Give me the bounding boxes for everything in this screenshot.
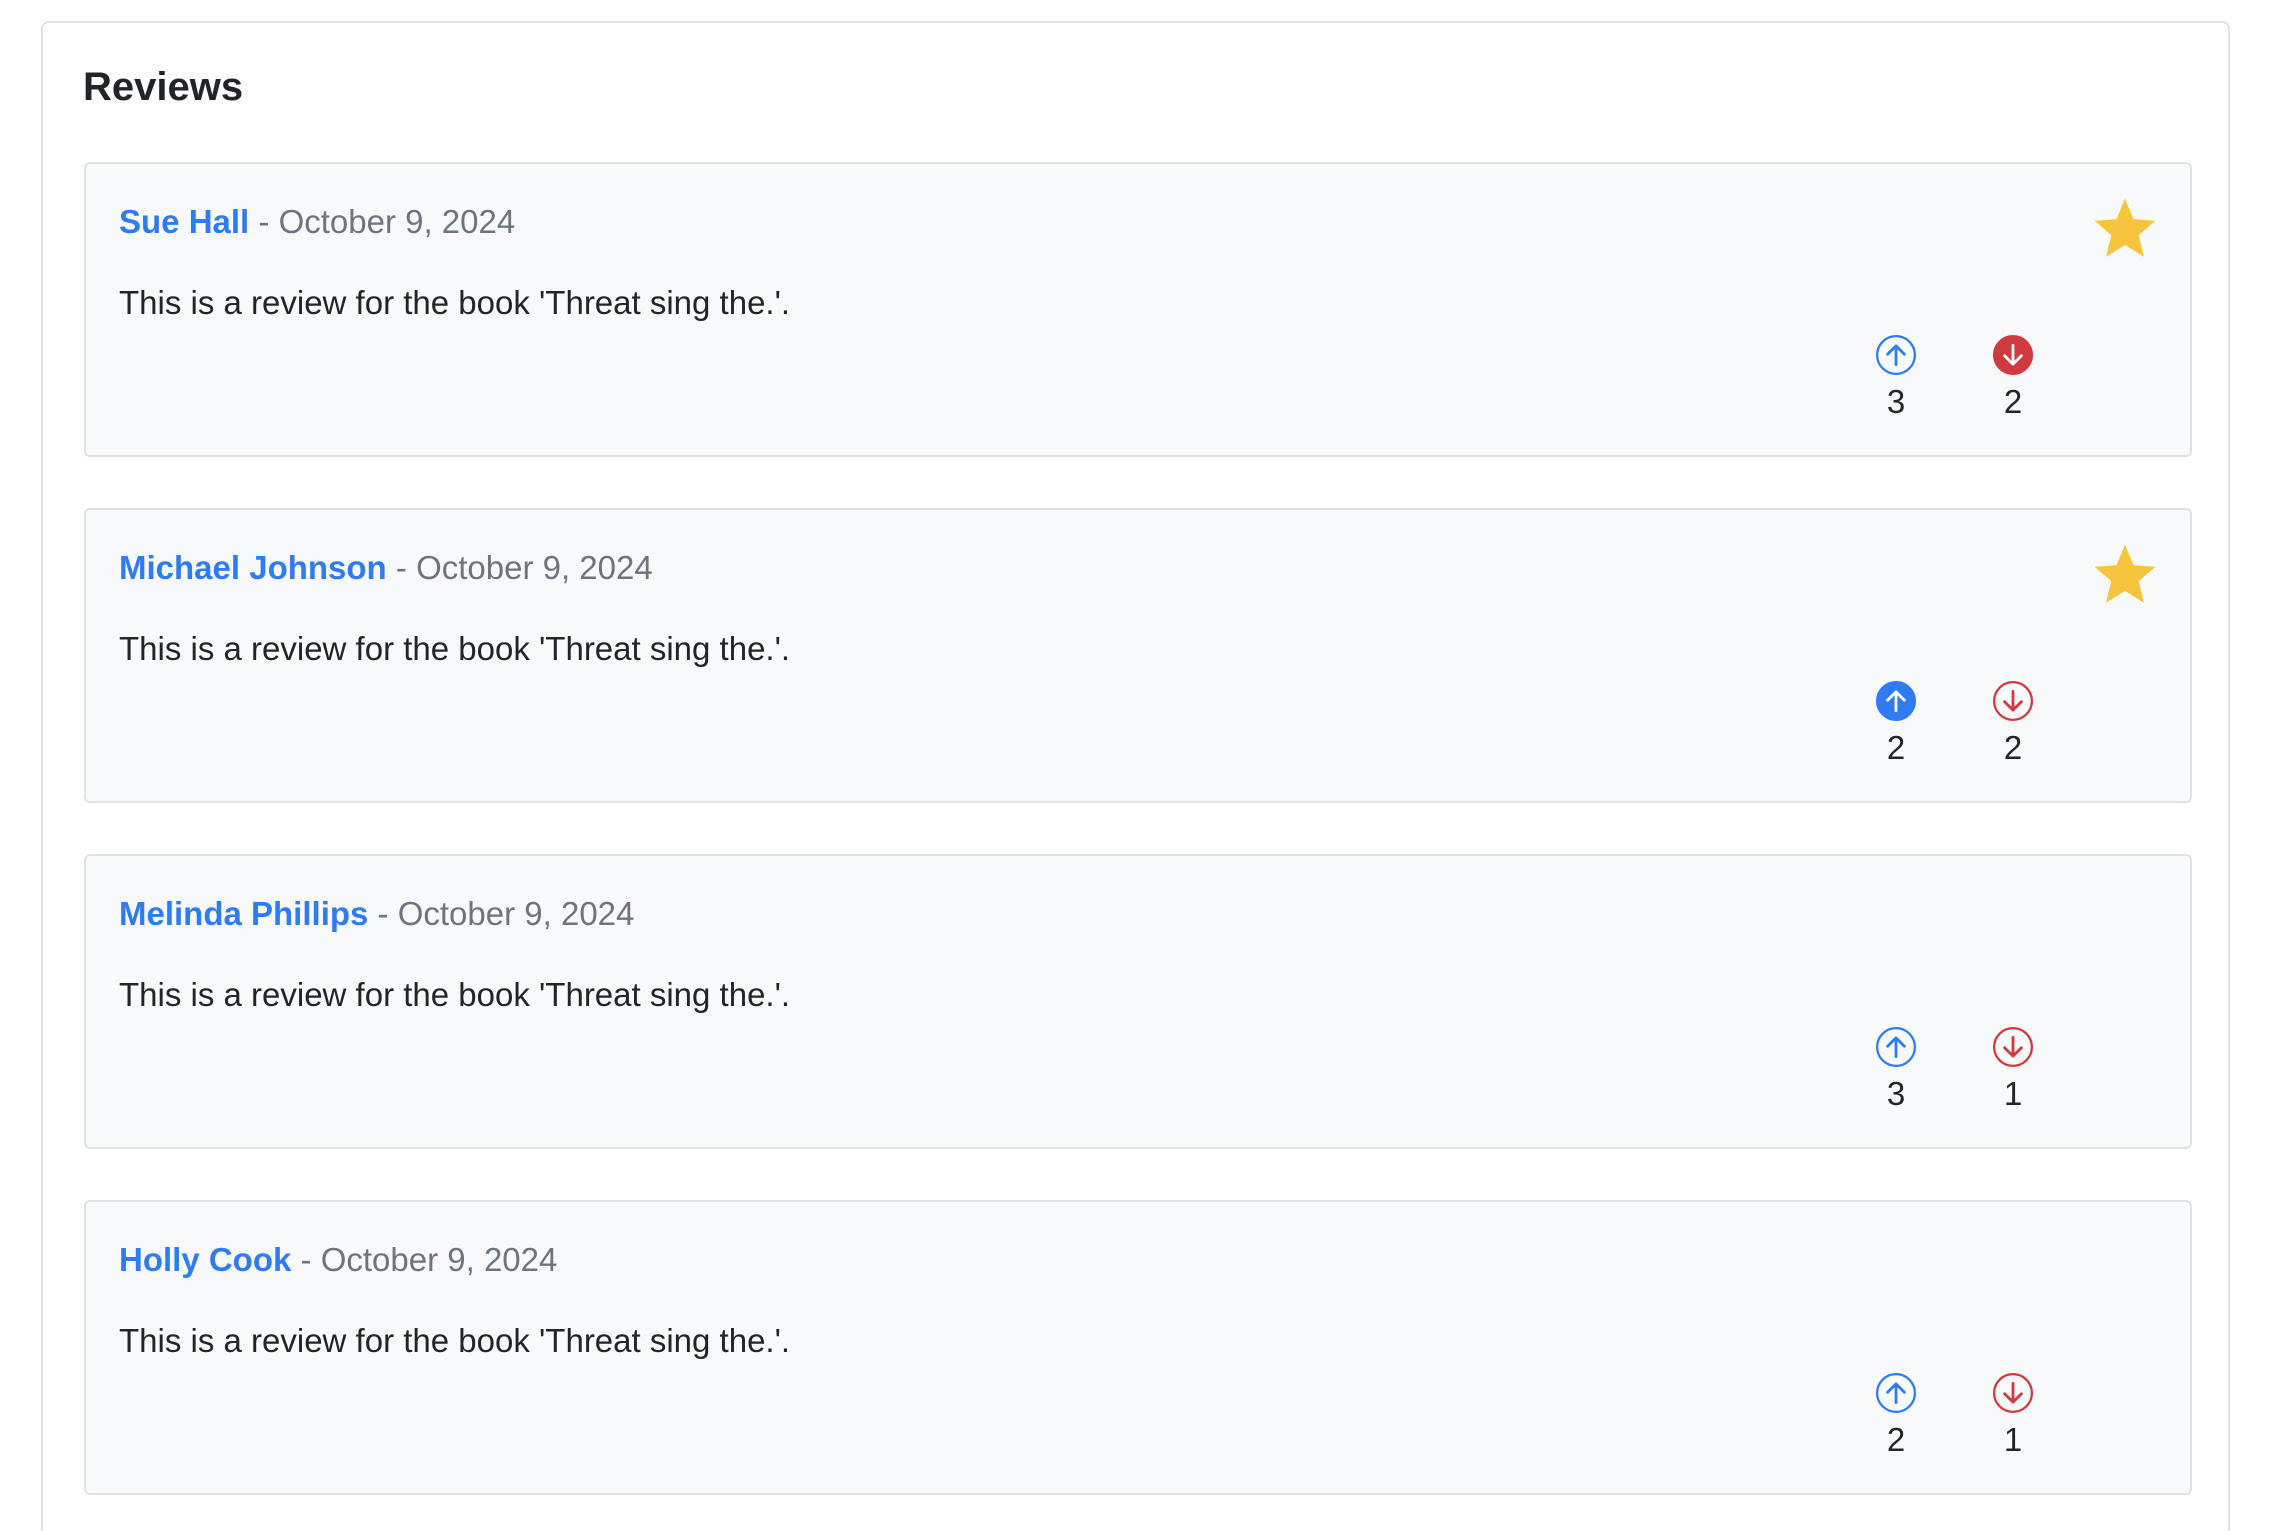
review-header: Michael Johnson - October 9, 2024: [119, 546, 653, 590]
review-text: This is a review for the book 'Threat si…: [119, 630, 791, 667]
review-text: This is a review for the book 'Threat si…: [119, 1322, 791, 1359]
review-card: Melinda Phillips - October 9, 2024 This …: [84, 854, 2192, 1149]
upvote-count: 3: [1886, 383, 1906, 420]
upvote-count: 2: [1886, 729, 1906, 766]
upvote-button[interactable]: [1875, 680, 1917, 722]
upvote-count: 3: [1886, 1075, 1906, 1112]
review-card: Michael Johnson - October 9, 2024 This i…: [84, 508, 2192, 803]
review-header: Sue Hall - October 9, 2024: [119, 200, 515, 244]
upvote-group: 3: [1866, 1026, 1926, 1116]
downvote-count: 2: [2003, 729, 2023, 766]
downvote-group: 1: [1983, 1372, 2043, 1462]
review-card: Holly Cook - October 9, 2024 This is a r…: [84, 1200, 2192, 1495]
downvote-count: 2: [2003, 383, 2023, 420]
review-date: October 9, 2024: [397, 895, 635, 932]
featured-star-icon: [2090, 540, 2160, 610]
review-date: October 9, 2024: [320, 1241, 558, 1278]
upvote-group: 3: [1866, 334, 1926, 424]
review-date: October 9, 2024: [416, 549, 653, 586]
upvote-button[interactable]: [1875, 334, 1917, 376]
review-header: Melinda Phillips - October 9, 2024: [119, 892, 634, 936]
upvote-button[interactable]: [1875, 1026, 1917, 1068]
review-author-link[interactable]: Sue Hall: [119, 203, 249, 240]
downvote-button[interactable]: [1992, 680, 2034, 722]
reviews-panel: Reviews Sue Hall - October 9, 2024 This …: [41, 21, 2230, 1531]
downvote-group: 2: [1983, 680, 2043, 770]
review-author-link[interactable]: Holly Cook: [119, 1241, 291, 1278]
header-separator: -: [395, 549, 407, 586]
review-header: Holly Cook - October 9, 2024: [119, 1238, 557, 1282]
review-text: This is a review for the book 'Threat si…: [119, 976, 791, 1013]
downvote-group: 1: [1983, 1026, 2043, 1116]
downvote-count: 1: [2003, 1075, 2023, 1112]
downvote-button[interactable]: [1992, 1372, 2034, 1414]
header-separator: -: [300, 1241, 312, 1278]
downvote-button[interactable]: [1992, 1026, 2034, 1068]
review-card: Sue Hall - October 9, 2024 This is a rev…: [84, 162, 2192, 457]
reviews-title: Reviews: [83, 65, 244, 109]
header-separator: -: [258, 203, 270, 240]
downvote-group: 2: [1983, 334, 2043, 424]
upvote-count: 2: [1886, 1421, 1906, 1458]
downvote-button[interactable]: [1992, 334, 2034, 376]
featured-star-icon: [2090, 194, 2160, 264]
review-author-link[interactable]: Melinda Phillips: [119, 895, 368, 932]
review-text: This is a review for the book 'Threat si…: [119, 284, 791, 321]
header-separator: -: [377, 895, 389, 932]
review-author-link[interactable]: Michael Johnson: [119, 549, 387, 586]
review-date: October 9, 2024: [278, 203, 516, 240]
upvote-group: 2: [1866, 680, 1926, 770]
upvote-button[interactable]: [1875, 1372, 1917, 1414]
downvote-count: 1: [2003, 1421, 2023, 1458]
upvote-group: 2: [1866, 1372, 1926, 1462]
